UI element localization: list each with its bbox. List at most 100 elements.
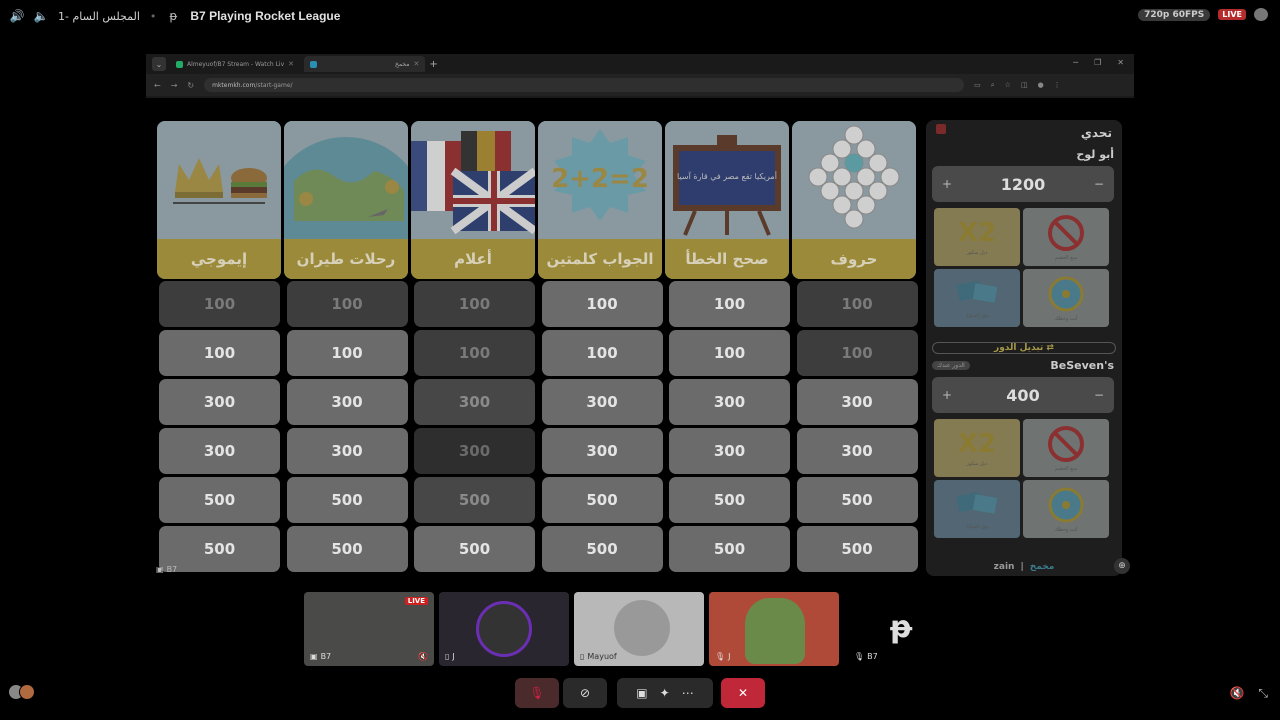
question-tile[interactable]: 100 <box>286 281 408 327</box>
tab-favicon-icon <box>176 60 183 68</box>
luck-wheel-card[interactable]: أنت وحظك <box>1023 480 1109 538</box>
letter-grid-icon <box>792 121 916 239</box>
activities-icon[interactable]: ✦ <box>660 686 670 700</box>
address-bar[interactable]: mktemkh.com /start-game/ <box>204 78 965 92</box>
question-tile[interactable]: 300 <box>541 428 663 474</box>
question-tile[interactable]: 100 <box>286 330 408 376</box>
cast-icon[interactable]: ▭ <box>974 81 981 90</box>
question-tile[interactable]: 300 <box>414 379 535 425</box>
question-tile[interactable]: 300 <box>414 428 535 474</box>
question-tile[interactable]: 300 <box>286 428 408 474</box>
switch-turn-button[interactable]: تبديل الدور ⇄ <box>932 342 1116 354</box>
question-tile[interactable]: 500 <box>796 526 918 572</box>
increment-button[interactable]: + <box>942 177 952 191</box>
leave-call-button[interactable]: ✕ <box>721 678 765 708</box>
reload-icon[interactable]: ↻ <box>187 81 194 90</box>
participant-tile[interactable]: 🎙 J <box>709 592 839 666</box>
camera-toggle-button[interactable]: ⊘ <box>563 678 607 708</box>
question-tile[interactable]: 300 <box>541 379 663 425</box>
participant-tile[interactable]: ᵽ 🎙 B7 <box>844 592 914 666</box>
speaker-icon[interactable]: 🔈 <box>34 9 49 23</box>
question-tile[interactable]: 100 <box>669 281 790 327</box>
mic-toggle-button[interactable]: 🎙 <box>515 678 559 708</box>
menu-dots-icon[interactable]: ⋮ <box>1054 81 1061 90</box>
double-score-card[interactable]: X2 دبل سكور <box>934 208 1020 266</box>
question-tile[interactable]: 100 <box>541 281 663 327</box>
question-tile[interactable]: 300 <box>159 428 280 474</box>
question-tile[interactable]: 500 <box>669 477 790 523</box>
forward-icon[interactable]: → <box>171 81 178 90</box>
question-tile[interactable]: 500 <box>669 526 790 572</box>
quality-badge[interactable]: 720p 60FPS <box>1138 8 1211 21</box>
question-tile[interactable]: 100 <box>159 330 280 376</box>
question-horn-card[interactable]: بوق السؤال <box>934 480 1020 538</box>
question-horn-card[interactable]: بوق السؤال <box>934 269 1020 327</box>
new-tab-button[interactable]: + <box>429 59 437 70</box>
question-tile[interactable]: 100 <box>414 281 535 327</box>
participant-tile[interactable]: LIVE ▣ B7 🔇 <box>304 592 434 666</box>
muted-mic-icon: 🎙 <box>715 652 726 661</box>
tab-stream[interactable]: Almeyuof/B7 Stream - Watch Liv ✕ <box>170 56 300 72</box>
extensions-icon[interactable]: ◫ <box>1021 81 1028 90</box>
question-tile[interactable]: 100 <box>414 330 535 376</box>
question-tile[interactable]: 100 <box>796 330 918 376</box>
block-opponent-card[interactable]: منع الخصم <box>1023 208 1109 266</box>
more-icon[interactable]: ⋯ <box>682 686 694 700</box>
share-screen-icon[interactable]: ▣ <box>636 686 647 700</box>
question-tile[interactable]: 500 <box>159 526 280 572</box>
chalkboard-icon: أمريكيا تقع مصر في قارة آسيا <box>665 121 789 239</box>
exit-fullscreen-icon[interactable]: ⤡ <box>1258 686 1268 701</box>
question-tile[interactable]: 300 <box>669 428 790 474</box>
chat-icon[interactable] <box>1254 8 1268 21</box>
question-tile[interactable]: 300 <box>286 379 408 425</box>
luck-wheel-card[interactable]: أنت وحظك <box>1023 269 1109 327</box>
bookmark-star-icon[interactable]: ☆ <box>1005 81 1011 90</box>
exit-icon[interactable] <box>936 124 946 134</box>
decrement-button[interactable]: − <box>1094 177 1104 191</box>
question-tile[interactable]: 500 <box>286 477 408 523</box>
question-tile[interactable]: 100 <box>541 330 663 376</box>
volume-icon[interactable]: 🔊 <box>10 9 25 23</box>
question-tile[interactable]: 300 <box>796 428 918 474</box>
category-label: رحلات طيران <box>284 239 408 279</box>
maximize-icon[interactable]: ❐ <box>1094 58 1101 67</box>
zoom-icon[interactable]: ⊕ <box>1114 558 1130 574</box>
card-caption: أنت وحظك <box>1054 316 1078 322</box>
block-opponent-card[interactable]: منع الخصم <box>1023 419 1109 477</box>
question-tile[interactable]: 300 <box>159 379 280 425</box>
activity-controls: ▣ ✦ ⋯ <box>617 678 713 708</box>
question-tile[interactable]: 500 <box>286 526 408 572</box>
double-score-card[interactable]: X2 دبل سكور <box>934 419 1020 477</box>
question-tile[interactable]: 500 <box>159 477 280 523</box>
question-tile[interactable]: 100 <box>159 281 280 327</box>
question-tile[interactable]: 500 <box>414 477 535 523</box>
close-window-icon[interactable]: ✕ <box>1117 58 1124 67</box>
minimize-icon[interactable]: ─ <box>1073 58 1078 67</box>
tab-bar: ⌄ Almeyuof/B7 Stream - Watch Liv ✕ مخمخ … <box>146 54 1134 74</box>
avatar <box>476 601 532 657</box>
question-tile[interactable]: 100 <box>796 281 918 327</box>
participant-tile[interactable]: ▯ Mayuof <box>574 592 704 666</box>
tab-game[interactable]: مخمخ ✕ <box>304 56 426 72</box>
channel-name[interactable]: المجلس السام -1 <box>58 10 140 23</box>
question-tile[interactable]: 500 <box>796 477 918 523</box>
back-icon[interactable]: ← <box>154 81 161 90</box>
question-tile[interactable]: 500 <box>414 526 535 572</box>
question-tile[interactable]: 300 <box>796 379 918 425</box>
decrement-button[interactable]: − <box>1094 388 1104 402</box>
question-tile[interactable]: 500 <box>541 477 663 523</box>
mute-icon[interactable]: 🔇 <box>1229 686 1244 701</box>
profile-icon[interactable]: ● <box>1038 81 1044 90</box>
category-label: الجواب كلمتين <box>538 239 662 279</box>
question-tile[interactable]: 500 <box>541 526 663 572</box>
question-tile[interactable]: 100 <box>669 330 790 376</box>
zoom-icon[interactable]: ⌕ <box>991 81 995 90</box>
tab-list-button[interactable]: ⌄ <box>152 57 166 71</box>
close-icon[interactable]: ✕ <box>413 60 419 68</box>
participant-tile[interactable]: ▯ J <box>439 592 569 666</box>
team1-score: 1200 <box>1000 174 1046 194</box>
increment-button[interactable]: + <box>942 388 952 402</box>
close-icon[interactable]: ✕ <box>288 60 294 68</box>
game-board: إيموجي رحلات طيران أعلام 2+2=2 الجواب كل… <box>156 120 922 576</box>
question-tile[interactable]: 300 <box>669 379 790 425</box>
